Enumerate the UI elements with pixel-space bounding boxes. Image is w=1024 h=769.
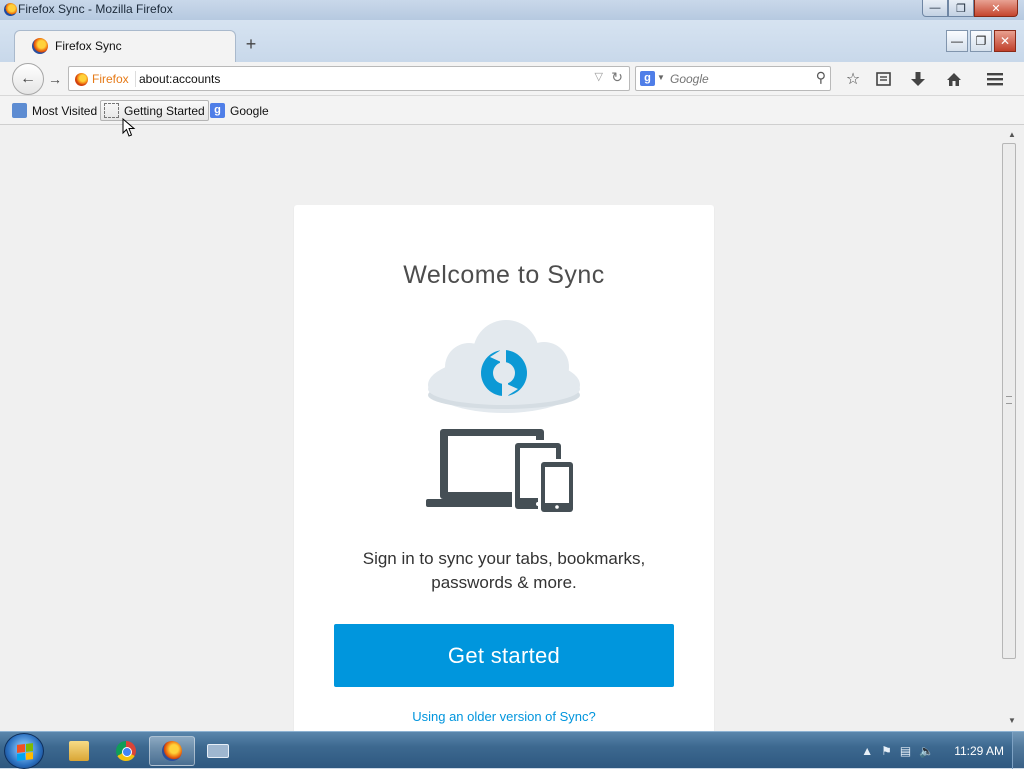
bookmark-label: Google [230, 103, 269, 118]
identity-label: Firefox [92, 72, 129, 86]
back-button[interactable]: ← [12, 63, 44, 95]
bookmark-getting-started[interactable]: Getting Started [100, 100, 209, 121]
firefox-icon [32, 38, 48, 54]
window-titlebar: Firefox Sync - Mozilla Firefox — ❐ ✕ [0, 0, 1024, 20]
tab-strip: Firefox Sync + — ❐ ✕ [0, 20, 1024, 62]
reload-icon[interactable]: ↻ [611, 69, 623, 86]
identity-box[interactable]: Firefox [75, 71, 136, 87]
bookmarks-toolbar: Most Visited Getting Started g Google [0, 96, 1024, 125]
close-window-button[interactable]: ✕ [974, 0, 1018, 17]
bookmark-label: Most Visited [32, 103, 98, 118]
bookmark-google[interactable]: g Google [207, 100, 272, 121]
star-icon[interactable]: ☆ [842, 68, 864, 90]
chrome-icon [116, 741, 136, 761]
getting-started-icon [104, 103, 119, 118]
menu-icon[interactable] [984, 68, 1006, 90]
google-icon: g [210, 103, 225, 118]
firefox-icon [162, 741, 182, 761]
sync-welcome-card: Welcome to Sync Sign in to sync your tab… [294, 205, 714, 731]
volume-icon[interactable]: 🔈 [919, 744, 934, 758]
maximize-button[interactable]: ❐ [948, 0, 974, 17]
grip-icon [1006, 396, 1012, 404]
vertical-scrollbar[interactable]: ▲ ▼ [1000, 125, 1024, 731]
taskbar-app-chrome[interactable] [103, 736, 149, 766]
bookmark-most-visited[interactable]: Most Visited [9, 100, 100, 121]
mouse-cursor-icon [122, 118, 136, 137]
clock[interactable]: 11:29 AM [954, 744, 1004, 758]
inner-close-button[interactable]: ✕ [994, 30, 1016, 52]
scroll-down-icon[interactable]: ▼ [1004, 713, 1020, 729]
minimize-button[interactable]: — [922, 0, 948, 17]
scroll-up-icon[interactable]: ▲ [1004, 127, 1020, 143]
firefox-icon [75, 72, 88, 86]
reading-list-icon[interactable] [872, 68, 894, 90]
home-icon[interactable] [943, 68, 965, 90]
page-title: Welcome to Sync [403, 261, 605, 289]
download-icon[interactable] [907, 68, 929, 90]
new-tab-button[interactable]: + [240, 33, 262, 55]
taskbar-app-explorer[interactable] [56, 736, 102, 766]
sync-illustration [426, 320, 580, 515]
action-center-icon[interactable]: ⚑ [881, 744, 892, 758]
google-icon[interactable]: g [640, 71, 655, 86]
search-input[interactable] [670, 72, 810, 86]
forward-button[interactable]: → [44, 69, 66, 89]
bookmark-label: Getting Started [124, 103, 205, 118]
taskbar-app-keyboard[interactable] [195, 736, 241, 766]
search-bar[interactable]: g ▼ ⚲ [635, 66, 831, 91]
firefox-app-icon [4, 3, 17, 16]
phone-icon [538, 459, 576, 515]
window-controls: — ❐ ✕ [922, 0, 1018, 17]
sync-description: Sign in to sync your tabs, bookmarks, pa… [362, 549, 646, 592]
scrollbar-thumb[interactable] [1002, 143, 1016, 659]
file-explorer-icon [69, 741, 89, 761]
page-content: Welcome to Sync Sign in to sync your tab… [0, 125, 1000, 731]
windows-logo-icon [17, 743, 33, 761]
navigation-toolbar: ← → Firefox about:accounts ▽ ↻ g ▼ ⚲ ☆ [0, 62, 1024, 96]
inner-restore-button[interactable]: ❐ [970, 30, 992, 52]
network-icon[interactable]: ▤ [900, 744, 911, 758]
window-title: Firefox Sync - Mozilla Firefox [18, 2, 173, 16]
inner-minimize-button[interactable]: — [946, 30, 968, 52]
history-dropdown-icon[interactable]: ▽ [595, 70, 603, 83]
search-icon[interactable]: ⚲ [816, 69, 826, 86]
taskbar-app-firefox[interactable] [149, 736, 195, 766]
get-started-button[interactable]: Get started [334, 624, 674, 687]
url-text[interactable]: about:accounts [139, 72, 220, 86]
show-hidden-icons-icon[interactable]: ▲ [861, 744, 873, 758]
inner-window-controls: — ❐ ✕ [946, 30, 1016, 52]
start-button[interactable] [4, 733, 44, 769]
show-desktop-button[interactable] [1012, 732, 1024, 769]
tab-firefox-sync[interactable]: Firefox Sync [14, 30, 236, 62]
url-bar[interactable]: Firefox about:accounts ▽ ↻ [68, 66, 630, 91]
tab-label: Firefox Sync [55, 39, 122, 53]
system-tray: ▲ ⚑ ▤ 🔈 11:29 AM [861, 732, 1024, 769]
keyboard-icon [207, 744, 229, 758]
engine-dropdown-icon[interactable]: ▼ [657, 73, 665, 82]
most-visited-icon [12, 103, 27, 118]
windows-taskbar: ▲ ⚑ ▤ 🔈 11:29 AM [0, 731, 1024, 769]
older-sync-link[interactable]: Using an older version of Sync? [294, 709, 714, 724]
